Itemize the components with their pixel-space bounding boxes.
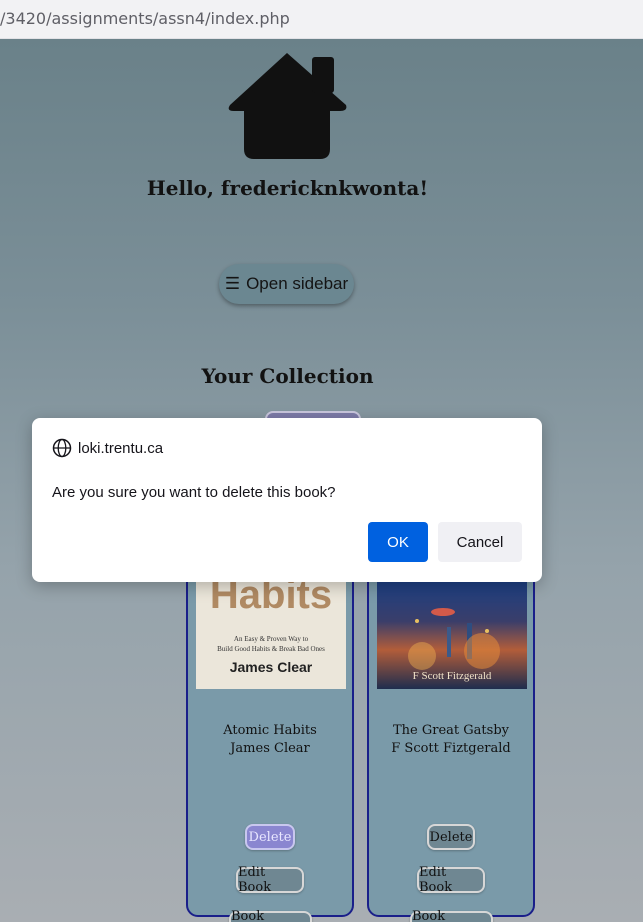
edit-book-button[interactable]: Edit Book xyxy=(236,865,304,895)
greeting-heading: Hello, fredericknkwonta! xyxy=(146,176,429,200)
open-sidebar-label: Open sidebar xyxy=(246,274,349,293)
dialog-message: Are you sure you want to delete this boo… xyxy=(52,484,336,501)
dialog-origin-text: loki.trentu.ca xyxy=(78,439,164,457)
ok-button[interactable]: OK xyxy=(368,522,428,562)
collection-heading: Your Collection xyxy=(201,364,374,388)
svg-text:Build Good Habits & Break Bad: Build Good Habits & Break Bad Ones xyxy=(217,645,325,653)
svg-text:An Easy & Proven Way to: An Easy & Proven Way to xyxy=(234,635,309,643)
url-text[interactable]: /3420/assignments/assn4/index.php xyxy=(0,9,290,28)
globe-icon xyxy=(52,438,72,458)
confirm-dialog: loki.trentu.ca Are you sure you want to … xyxy=(32,418,542,582)
address-bar[interactable]: /3420/assignments/assn4/index.php xyxy=(0,0,643,39)
book-title: Atomic Habits xyxy=(223,723,317,738)
delete-book-button[interactable]: Delete xyxy=(245,824,295,850)
svg-text:James Clear: James Clear xyxy=(230,659,313,675)
book-details-button[interactable]: Book details xyxy=(229,909,312,922)
home-icon xyxy=(228,53,347,159)
hamburger-icon: ☰ xyxy=(224,274,241,293)
edit-book-button[interactable]: Edit Book xyxy=(417,865,485,895)
cancel-button[interactable]: Cancel xyxy=(438,522,522,562)
book-details-button[interactable]: Book details xyxy=(410,909,493,922)
book-author: F Scott Fiztgerald xyxy=(391,741,511,756)
book-author: James Clear xyxy=(230,741,310,756)
open-sidebar-button[interactable]: ☰ Open sidebar xyxy=(219,264,354,304)
delete-book-button[interactable]: Delete xyxy=(427,824,475,850)
svg-text:F Scott Fitzgerald: F Scott Fitzgerald xyxy=(413,670,492,682)
book-title: The Great Gatsby xyxy=(393,723,509,738)
dialog-origin: loki.trentu.ca xyxy=(52,438,163,458)
